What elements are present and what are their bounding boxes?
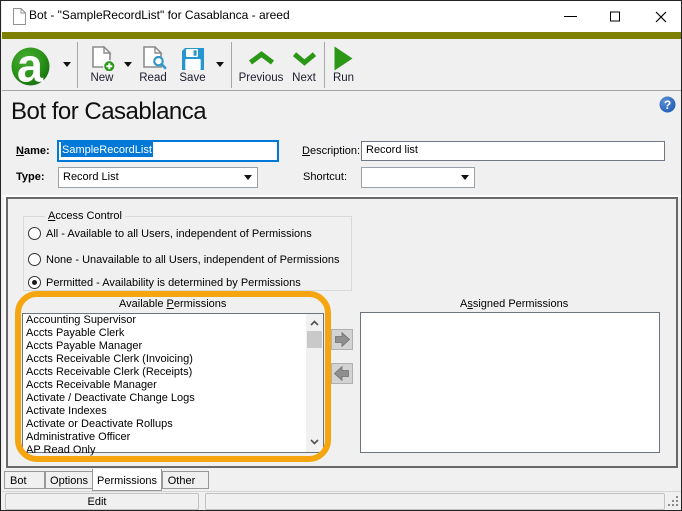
svg-text:a: a (17, 47, 44, 86)
svg-text:?: ? (664, 98, 671, 112)
